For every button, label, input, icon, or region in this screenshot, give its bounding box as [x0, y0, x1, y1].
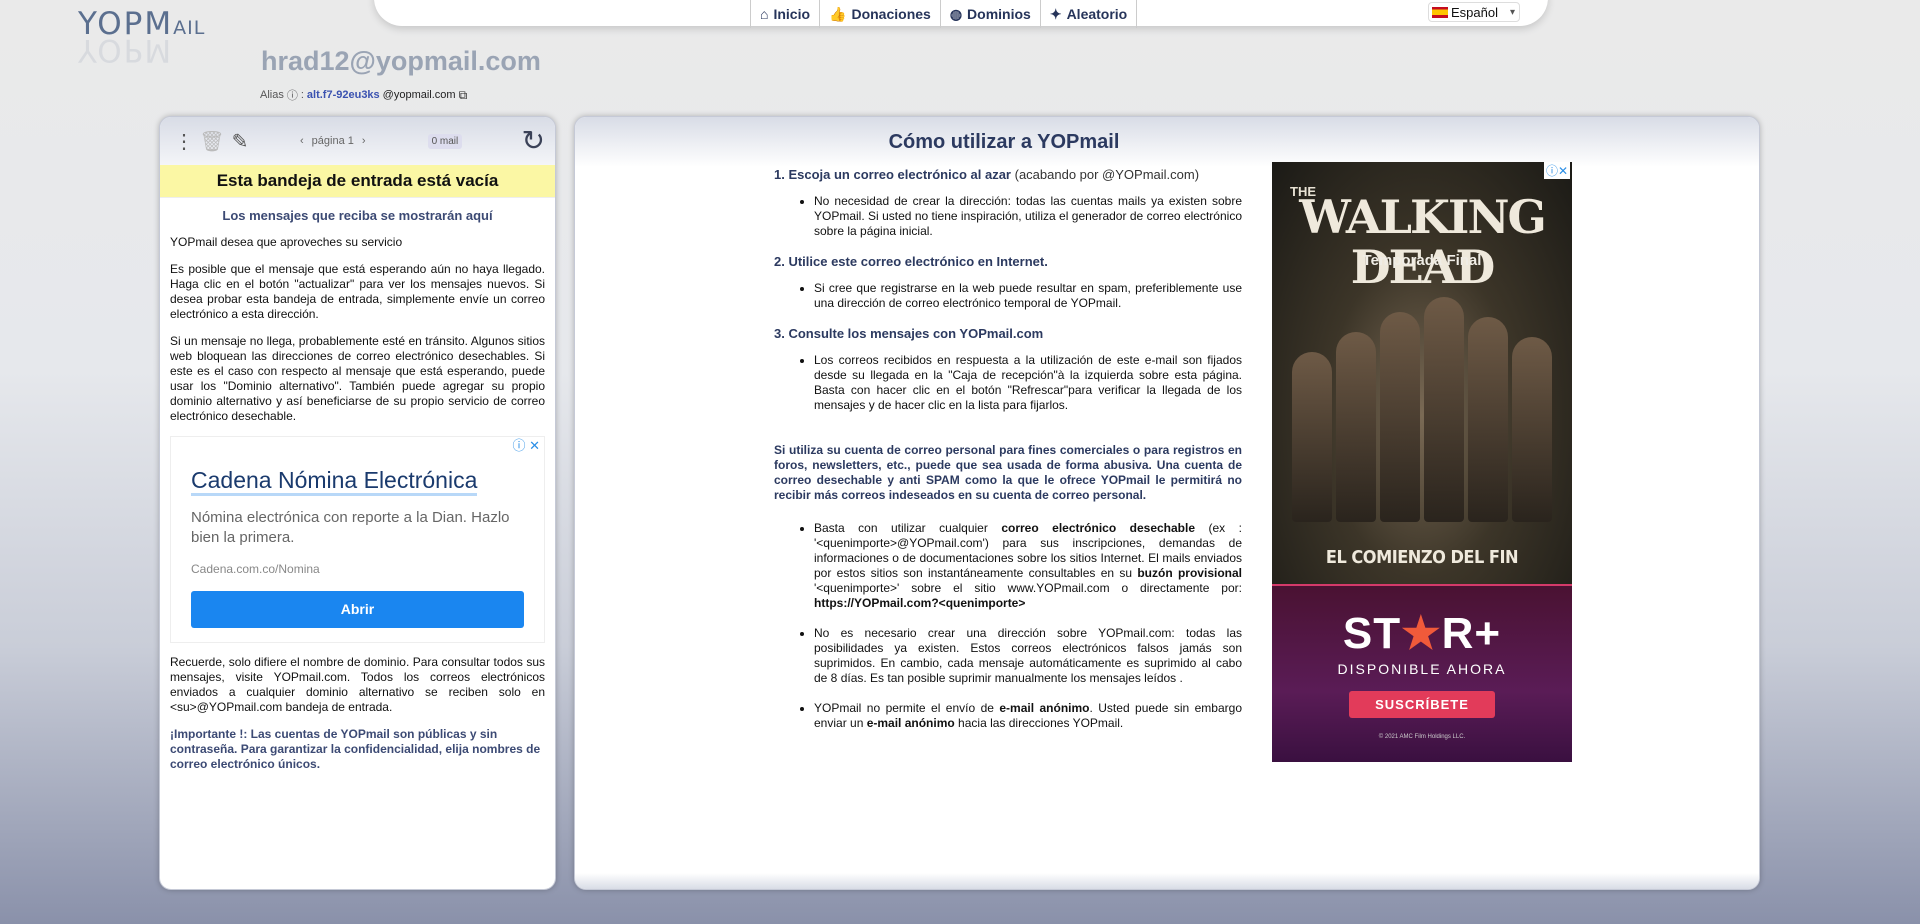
content-panel: Cómo utilizar a YOPmail 1. Escoja un cor…: [574, 116, 1760, 890]
mailbox-address: hrad12@yopmail.com: [261, 46, 541, 76]
logo-reflection: YOPM: [78, 32, 174, 68]
inbox-paragraph: YOPmail desea que aproveches su servicio: [170, 235, 403, 249]
spain-flag-icon: [1432, 6, 1448, 18]
ad-available: DISPONIBLE AHORA: [1337, 661, 1507, 677]
ad-choices-icon[interactable]: ⓘ ✕: [512, 438, 540, 453]
step-3-list: Los correos recibidos en respuesta a la …: [814, 353, 1242, 413]
nav-donaciones[interactable]: 👍 Donaciones: [819, 0, 940, 28]
benefits-list: Basta con utilizar cualquier correo elec…: [814, 521, 1242, 731]
step-1-list: No necesidad de crear la dirección: toda…: [814, 194, 1242, 239]
nav-label: Inicio: [773, 6, 811, 22]
ad-choices-icon[interactable]: ⓘ✕: [1543, 162, 1570, 179]
more-vertical-icon[interactable]: ⋮: [170, 129, 198, 154]
step-2-heading: 2. Utilice este correo electrónico en In…: [774, 254, 1048, 269]
inbox-subtitle: Los mensajes que reciba se mostrarán aqu…: [222, 208, 493, 223]
alias-domain: @yopmail.com: [382, 89, 456, 101]
list-item: No es necesario crear una dirección sobr…: [814, 626, 1242, 686]
important-note: ¡Importante !: Las cuentas de YOPmail so…: [170, 727, 541, 771]
walking-dead-ad[interactable]: ⓘ✕ THE WALKING DEAD Temporada Final EL C…: [1272, 162, 1572, 762]
nav-inicio[interactable]: ⌂ Inicio: [750, 0, 819, 28]
copy-icon[interactable]: ⧉: [459, 88, 468, 103]
ad-show-title: WALKING DEAD: [1299, 190, 1547, 294]
step-1-heading: 1. Escoja un correo electrónico al azar …: [774, 167, 1200, 182]
yopmail-logo[interactable]: YOPMAIL YOPM: [78, 6, 268, 68]
language-select[interactable]: Español ▾: [1428, 2, 1520, 22]
ad-description: Nómina electrónica con reporte a la Dian…: [191, 509, 510, 546]
alias-name[interactable]: alt.f7-92eu3ks: [307, 89, 380, 101]
list-item: Si cree que registrarse en la web puede …: [814, 281, 1242, 311]
empty-inbox-banner: Esta bandeja de entrada está vacía: [160, 165, 555, 198]
page-label: página 1: [311, 135, 354, 147]
inbox-paragraph: Recuerde, solo difiere el nombre de domi…: [170, 655, 545, 714]
alias-separator: :: [300, 89, 304, 101]
ad-title[interactable]: Cadena Nómina Electrónica: [191, 467, 478, 496]
globe-icon: ◍: [949, 5, 963, 22]
ad-season: Temporada Final: [1362, 252, 1482, 269]
list-item: Basta con utilizar cualquier correo elec…: [814, 521, 1242, 611]
warning-paragraph: Si utiliza su cuenta de correo personal …: [774, 443, 1242, 502]
inbox-paragraph: Si un mensaje no llega, probablemente es…: [170, 334, 545, 423]
nav-dominios[interactable]: ◍ Dominios: [939, 0, 1040, 28]
ad-copyright: © 2021 AMC Film Holdings LLC.: [1378, 734, 1466, 740]
ad-subscribe-button[interactable]: SUSCRÍBETE: [1349, 691, 1495, 718]
ad-url[interactable]: Cadena.com.co/Nomina: [191, 562, 524, 577]
howto-content: 1. Escoja un correo electrónico al azar …: [774, 167, 1242, 746]
main-nav: ⌂ Inicio 👍 Donaciones ◍ Dominios ✦ Aleat…: [750, 0, 1138, 28]
refresh-icon[interactable]: ↻: [522, 127, 545, 155]
thumbs-up-icon: 👍: [829, 5, 847, 22]
info-icon[interactable]: ⓘ: [287, 87, 298, 103]
next-page-icon[interactable]: ›: [362, 135, 366, 147]
nav-label: Donaciones: [851, 6, 931, 22]
chevron-down-icon: ▾: [1509, 6, 1515, 18]
step-2-list: Si cree que registrarse en la web puede …: [814, 281, 1242, 311]
ad-cast-image: [1282, 292, 1562, 522]
ad-open-button[interactable]: Abrir: [191, 591, 524, 628]
step-3-heading: 3. Consulte los mensajes con YOPmail.com: [774, 326, 1044, 341]
nav-label: Dominios: [967, 6, 1031, 22]
ad-poster: THE WALKING DEAD Temporada Final EL COMI…: [1272, 162, 1572, 584]
pencil-icon[interactable]: ✎: [226, 129, 254, 154]
star-plus-logo: ST★R+: [1342, 609, 1502, 658]
howto-title: Cómo utilizar a YOPmail: [888, 131, 1120, 153]
language-value: Español: [1451, 4, 1498, 20]
ad-tagline: EL COMIENZO DEL FIN: [1325, 547, 1519, 568]
alias-row: Alias ⓘ : alt.f7-92eu3ks @yopmail.com ⧉: [260, 87, 467, 103]
pager: ‹ página 1 ›: [300, 135, 366, 147]
inbox-panel: ⋮ 🗑 ✎ ‹ página 1 › 0 mail ↻ Esta bandeja…: [159, 116, 556, 890]
mail-count-badge: 0 mail: [427, 133, 463, 149]
panel-footer-bg: [575, 873, 1759, 889]
inbox-body: Los mensajes que reciba se mostrarán aqu…: [160, 208, 555, 772]
prev-page-icon[interactable]: ‹: [300, 135, 304, 147]
inbox-paragraph: Es posible que el mensaje que está esper…: [170, 262, 545, 321]
list-item: No necesidad de crear la dirección: toda…: [814, 194, 1242, 239]
trash-icon[interactable]: 🗑: [198, 129, 226, 154]
alias-label: Alias: [260, 89, 284, 101]
magic-wand-icon: ✦: [1049, 5, 1062, 22]
home-icon: ⌂: [760, 6, 769, 22]
list-item: Los correos recibidos en respuesta a la …: [814, 353, 1242, 413]
list-item: YOPmail no permite el envío de e-mail an…: [814, 701, 1242, 731]
inbox-toolbar: ⋮ 🗑 ✎ ‹ página 1 › 0 mail ↻: [160, 117, 555, 165]
nav-aleatorio[interactable]: ✦ Aleatorio: [1039, 0, 1138, 28]
left-ad[interactable]: ⓘ ✕ Cadena Nómina Electrónica Nómina ele…: [170, 436, 545, 643]
ad-streaming-section: ST★R+ DISPONIBLE AHORA SUSCRÍBETE © 2021…: [1272, 584, 1572, 762]
nav-label: Aleatorio: [1066, 6, 1128, 22]
